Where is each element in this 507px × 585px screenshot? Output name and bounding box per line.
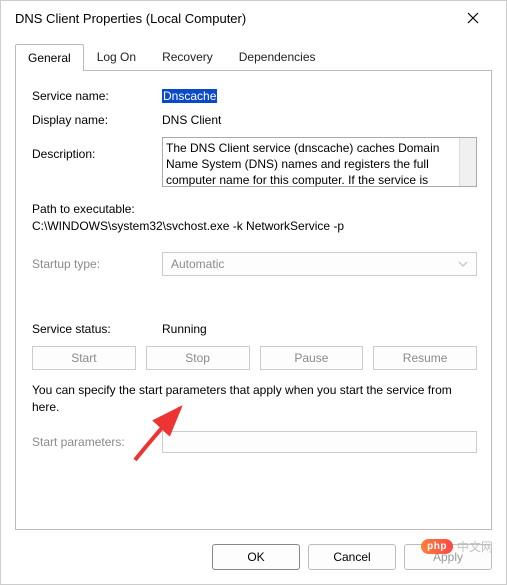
tabstrip: General Log On Recovery Dependencies xyxy=(15,43,492,70)
value-service-name: Dnscache xyxy=(162,89,477,103)
description-row: Description: The DNS Client service (dns… xyxy=(32,137,477,187)
display-name-row: Display name: DNS Client xyxy=(32,113,477,127)
startup-type-select: Automatic xyxy=(162,252,477,276)
tab-log-on[interactable]: Log On xyxy=(84,43,149,70)
cancel-button[interactable]: Cancel xyxy=(308,544,396,570)
label-service-name: Service name: xyxy=(32,89,162,103)
dialog-body: General Log On Recovery Dependencies Ser… xyxy=(1,35,506,530)
description-box: The DNS Client service (dnscache) caches… xyxy=(162,137,477,187)
description-text: The DNS Client service (dnscache) caches… xyxy=(166,141,439,187)
label-path: Path to executable: xyxy=(32,201,477,218)
label-description: Description: xyxy=(32,137,162,161)
window-title: DNS Client Properties (Local Computer) xyxy=(15,11,450,26)
path-block: Path to executable: C:\WINDOWS\system32\… xyxy=(32,201,477,236)
service-buttons: Start Stop Pause Resume xyxy=(32,346,477,370)
startup-type-value: Automatic xyxy=(171,253,224,275)
startup-type-row: Startup type: Automatic xyxy=(32,252,477,276)
label-display-name: Display name: xyxy=(32,113,162,127)
label-service-status: Service status: xyxy=(32,322,162,336)
service-name-row: Service name: Dnscache xyxy=(32,89,477,103)
start-button: Start xyxy=(32,346,136,370)
status-row: Service status: Running xyxy=(32,322,477,336)
tab-general[interactable]: General xyxy=(15,44,84,71)
description-scrollbar[interactable] xyxy=(459,138,476,186)
ok-button[interactable]: OK xyxy=(212,544,300,570)
tab-panel-general: Service name: Dnscache Display name: DNS… xyxy=(15,70,492,530)
label-start-parameters: Start parameters: xyxy=(32,435,162,449)
value-path: C:\WINDOWS\system32\svchost.exe -k Netwo… xyxy=(32,218,477,235)
start-parameters-row: Start parameters: xyxy=(32,431,477,453)
label-startup-type: Startup type: xyxy=(32,257,162,271)
apply-button: Apply xyxy=(404,544,492,570)
stop-button: Stop xyxy=(146,346,250,370)
parameters-hint: You can specify the start parameters tha… xyxy=(32,382,477,416)
value-display-name: DNS Client xyxy=(162,113,477,127)
service-name-selected[interactable]: Dnscache xyxy=(162,89,217,103)
value-service-status: Running xyxy=(162,322,207,336)
tab-dependencies[interactable]: Dependencies xyxy=(226,43,329,70)
resume-button: Resume xyxy=(373,346,477,370)
titlebar: DNS Client Properties (Local Computer) xyxy=(1,1,506,35)
properties-dialog: DNS Client Properties (Local Computer) G… xyxy=(0,0,507,585)
tab-recovery[interactable]: Recovery xyxy=(149,43,226,70)
close-icon xyxy=(467,12,479,24)
dialog-footer: OK Cancel Apply xyxy=(1,530,506,584)
pause-button: Pause xyxy=(260,346,364,370)
start-parameters-input xyxy=(162,431,477,453)
close-button[interactable] xyxy=(450,1,496,35)
chevron-down-icon xyxy=(458,259,468,269)
